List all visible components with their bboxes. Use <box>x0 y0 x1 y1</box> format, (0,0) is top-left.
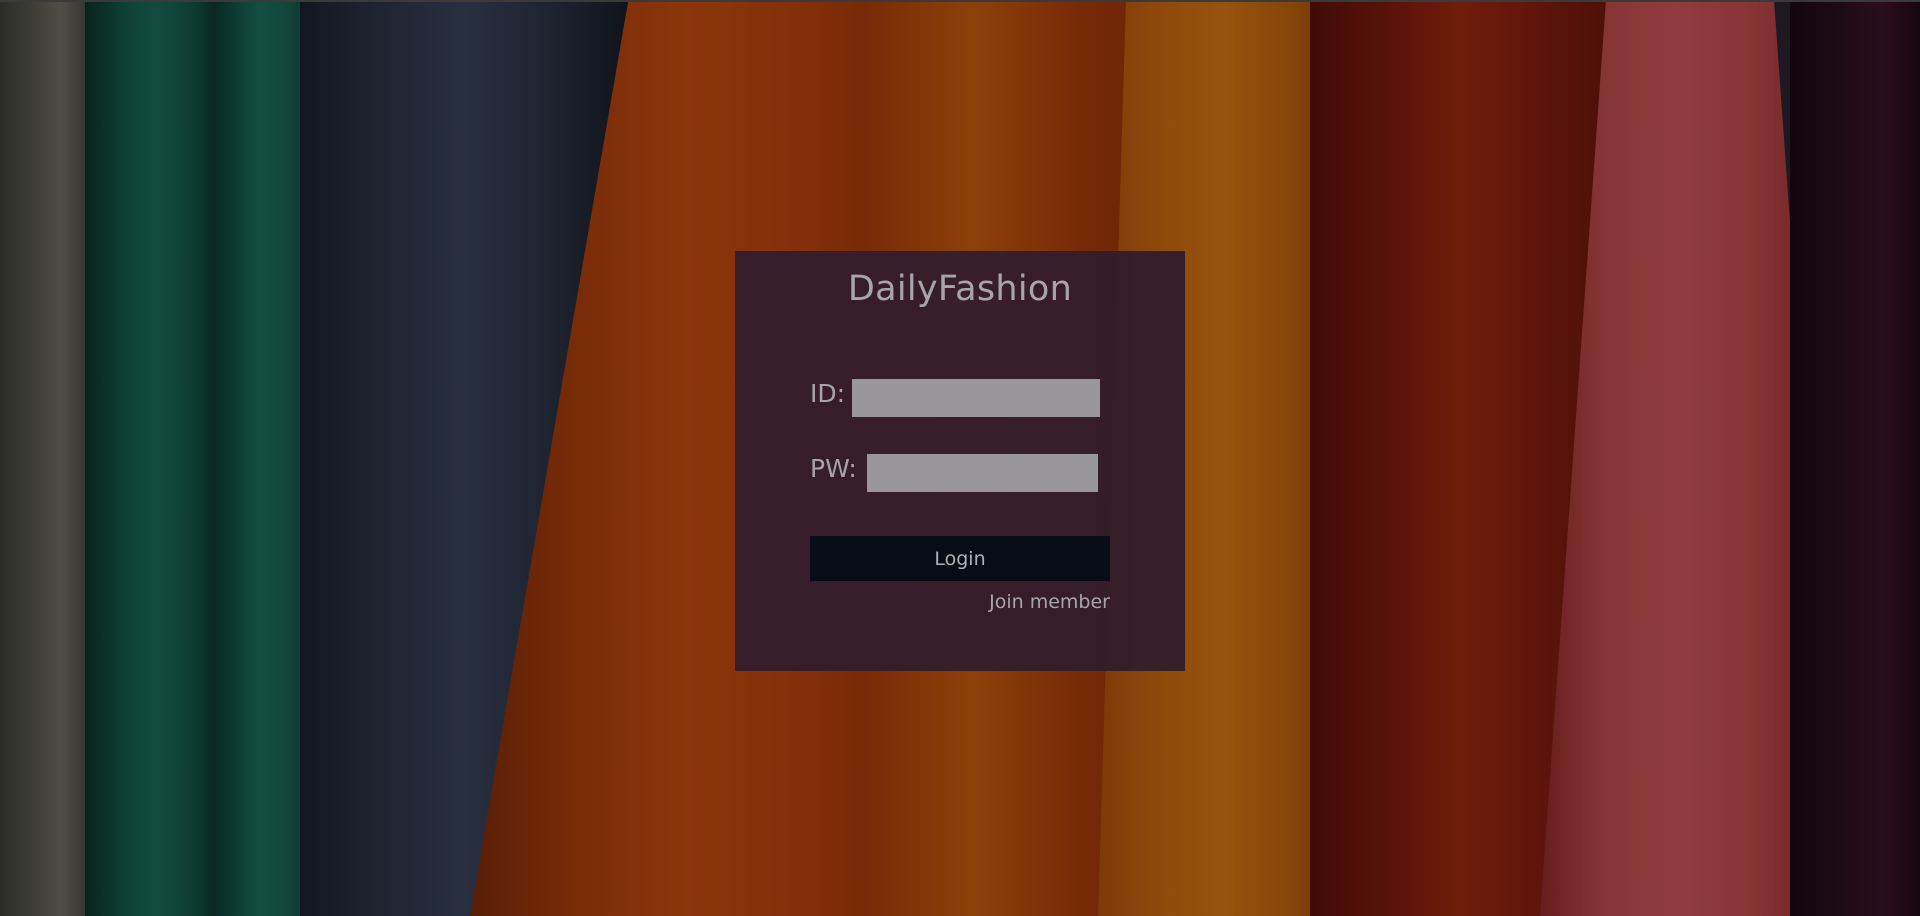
login-page: DailyFashion ID: PW: Login Join member <box>0 0 1920 916</box>
join-member-link[interactable]: Join member <box>989 591 1110 613</box>
password-input[interactable] <box>867 454 1098 492</box>
login-panel: DailyFashion ID: PW: Login Join member <box>735 251 1185 671</box>
brand-title: DailyFashion <box>847 269 1073 309</box>
id-label: ID: <box>810 379 846 408</box>
login-button[interactable]: Login <box>810 536 1110 581</box>
pw-label: PW: <box>810 454 857 483</box>
top-border <box>0 0 1920 2</box>
id-input[interactable] <box>852 379 1100 417</box>
